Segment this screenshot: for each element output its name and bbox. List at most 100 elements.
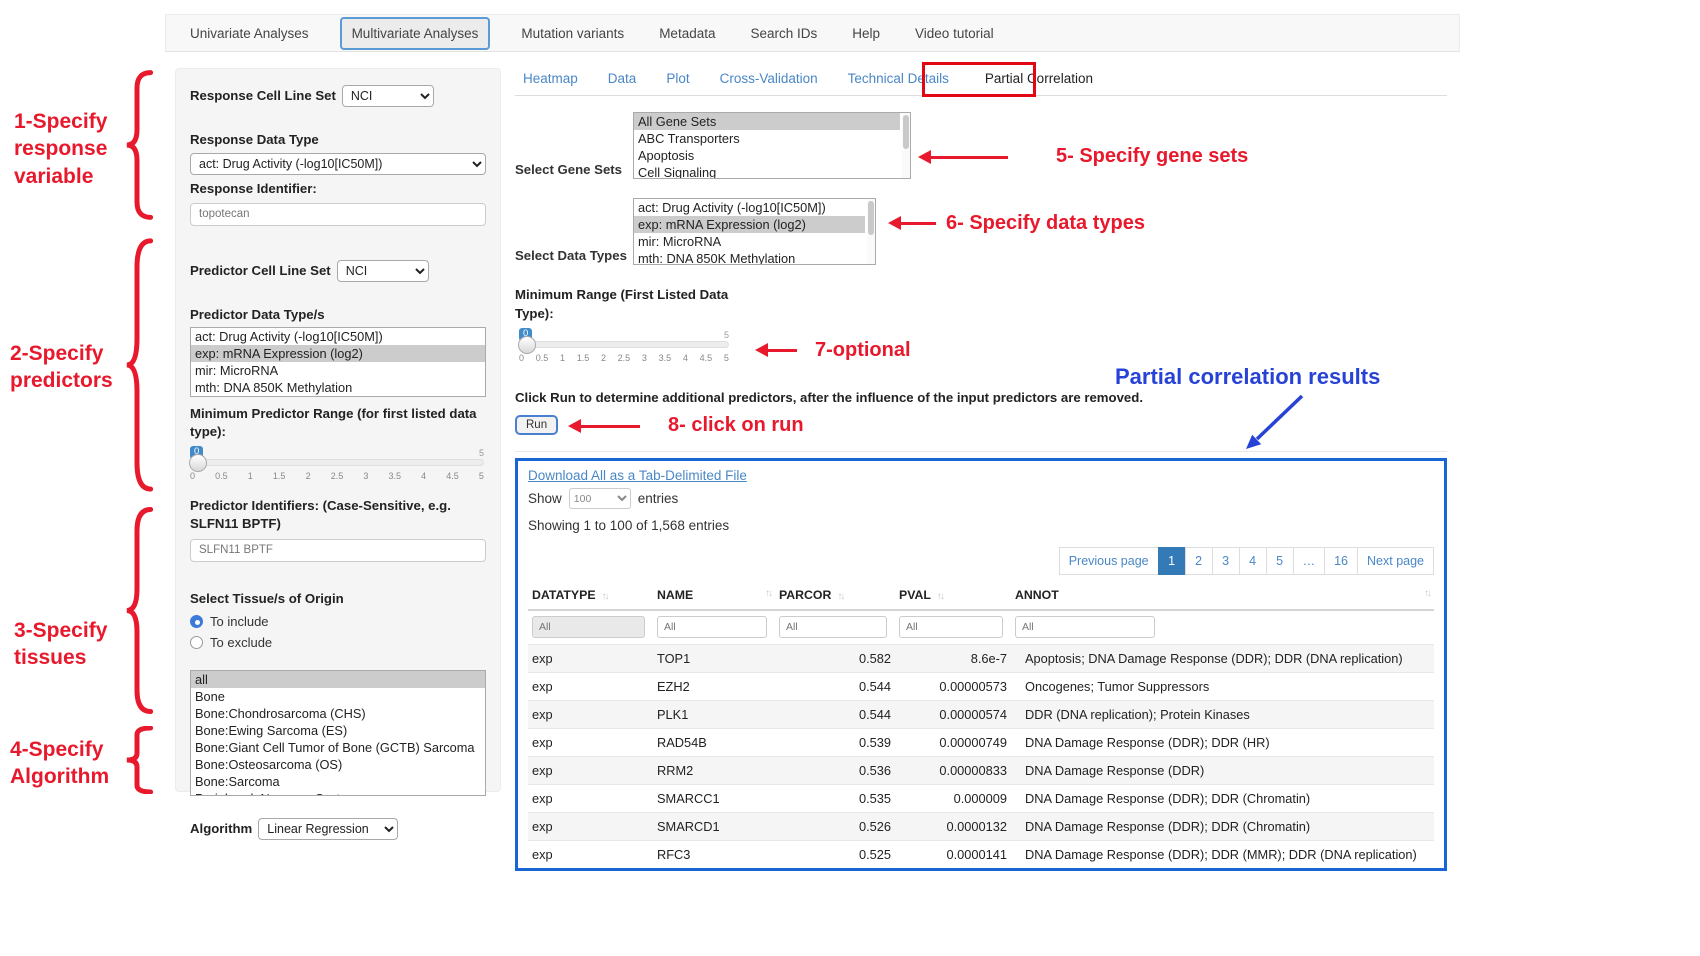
listbox-option[interactable]: exp: mRNA Expression (log2) — [634, 216, 865, 233]
cell-name: SMARCC1 — [653, 785, 775, 813]
table-row[interactable]: exp SMARCD1 0.526 0.0000132 DNA Damage R… — [528, 813, 1434, 841]
column-header-annot[interactable]: ANNOT↑↓ — [1011, 583, 1434, 610]
response-cell-line-set-select[interactable]: NCI — [342, 85, 434, 107]
listbox-option[interactable]: Bone:Ewing Sarcoma (ES) — [191, 722, 485, 739]
cell-annot: DDR (DNA replication); Protein Kinases — [1011, 701, 1434, 729]
filter-parcor-input[interactable] — [779, 616, 887, 638]
sort-icon[interactable]: ↑↓ — [602, 591, 608, 602]
column-header-pval[interactable]: PVAL↑↓ — [895, 583, 1011, 610]
page-size-select[interactable]: 100 — [569, 488, 631, 509]
slider-handle[interactable] — [518, 336, 536, 354]
cell-datatype: exp — [528, 869, 653, 872]
previous-page-button[interactable]: Previous page — [1059, 547, 1159, 575]
tissue-radio[interactable]: To include — [190, 614, 486, 629]
nav-tab[interactable]: Help — [848, 19, 884, 48]
cell-pval: 0.0000132 — [895, 813, 1011, 841]
sort-icon[interactable]: ↑↓ — [1424, 588, 1430, 599]
slider-tick-label: 1 — [560, 353, 565, 363]
slider-track[interactable] — [190, 459, 484, 466]
page-number-button[interactable]: … — [1293, 547, 1326, 575]
filter-datatype-input[interactable] — [532, 616, 645, 638]
nav-tab[interactable]: Metadata — [655, 19, 719, 48]
listbox-option[interactable]: mir: MicroRNA — [191, 362, 485, 379]
cell-name: PLK1 — [653, 701, 775, 729]
next-page-button[interactable]: Next page — [1357, 547, 1434, 575]
cell-datatype: exp — [528, 645, 653, 673]
slider-max-label: 5 — [479, 448, 484, 458]
analysis-settings-panel: Response Cell Line Set NCI Response Data… — [175, 68, 501, 792]
listbox-option[interactable]: Bone:Sarcoma — [191, 773, 485, 790]
listbox-option[interactable]: Peripheral_Nervous_System — [191, 790, 485, 796]
sort-icon[interactable]: ↑↓ — [837, 591, 843, 602]
page-number-button[interactable]: 4 — [1239, 547, 1267, 575]
page-number-button[interactable]: 5 — [1266, 547, 1294, 575]
listbox-option[interactable]: ABC Transporters — [634, 130, 900, 147]
predictor-cell-line-set-label: Predictor Cell Line Set — [190, 262, 331, 280]
nav-tab[interactable]: Multivariate Analyses — [340, 17, 491, 50]
sort-icon[interactable]: ↑↓ — [765, 588, 771, 599]
listbox-option[interactable]: Cell Signaling — [634, 164, 900, 179]
page-number-button[interactable]: 16 — [1324, 547, 1358, 575]
filter-pval-input[interactable] — [899, 616, 1003, 638]
show-label: Show — [528, 491, 562, 506]
listbox-option[interactable]: All Gene Sets — [634, 113, 900, 130]
page-number-button[interactable]: 2 — [1185, 547, 1213, 575]
predictor-identifiers-input[interactable] — [190, 539, 486, 562]
listbox-option[interactable]: Bone:Chondrosarcoma (CHS) — [191, 705, 485, 722]
listbox-option[interactable]: Bone — [191, 688, 485, 705]
table-row[interactable]: exp EZH2 0.544 0.00000573 Oncogenes; Tum… — [528, 673, 1434, 701]
column-header-name[interactable]: NAME↑↓ — [653, 583, 775, 610]
page-number-button[interactable]: 3 — [1212, 547, 1240, 575]
results-tab[interactable]: Cross-Validation — [720, 71, 818, 86]
listbox-option[interactable]: Apoptosis — [634, 147, 900, 164]
filter-annot-input[interactable] — [1015, 616, 1155, 638]
min-range-slider[interactable]: 0 5 00.511.522.533.544.55 — [519, 341, 729, 363]
algorithm-select[interactable]: Linear Regression — [258, 818, 398, 840]
slider-handle[interactable] — [189, 454, 207, 472]
nav-tab[interactable]: Search IDs — [746, 19, 821, 48]
listbox-option[interactable]: mth: DNA 850K Methylation — [634, 250, 865, 265]
table-row[interactable]: exp TOP1 0.582 8.6e-7 Apoptosis; DNA Dam… — [528, 645, 1434, 673]
column-header-parcor[interactable]: PARCOR↑↓ — [775, 583, 895, 610]
response-data-type-select[interactable]: act: Drug Activity (-log10[IC50M]) — [190, 153, 486, 175]
results-table: DATATYPE↑↓ NAME↑↓ PARCOR↑↓ PVAL↑↓ ANNOT↑… — [528, 583, 1434, 871]
table-row[interactable]: exp RRM2 0.536 0.00000833 DNA Damage Res… — [528, 757, 1434, 785]
predictor-cell-line-set-select[interactable]: NCI — [337, 260, 429, 282]
table-row[interactable]: exp CHAF1B 0.522 0.0000157 DDR (DNA repl… — [528, 869, 1434, 872]
results-tab[interactable]: Data — [608, 71, 637, 86]
results-tab[interactable]: Heatmap — [523, 71, 578, 86]
results-tab[interactable]: Plot — [666, 71, 689, 86]
listbox-option[interactable]: act: Drug Activity (-log10[IC50M]) — [634, 199, 865, 216]
listbox-option[interactable]: act: Drug Activity (-log10[IC50M]) — [191, 328, 485, 345]
table-row[interactable]: exp PLK1 0.544 0.00000574 DDR (DNA repli… — [528, 701, 1434, 729]
filter-name-input[interactable] — [657, 616, 767, 638]
results-tab[interactable]: Technical Details — [848, 71, 949, 86]
listbox-option[interactable]: all — [191, 671, 485, 688]
run-button[interactable]: Run — [515, 415, 558, 435]
slider-tick-label: 1.5 — [273, 471, 286, 481]
column-header-datatype[interactable]: DATATYPE↑↓ — [528, 583, 653, 610]
nav-tab[interactable]: Mutation variants — [517, 19, 628, 48]
download-all-link[interactable]: Download All as a Tab-Delimited File — [528, 468, 747, 483]
gene-sets-scrollbar[interactable] — [902, 113, 910, 178]
table-row[interactable]: exp RFC3 0.525 0.0000141 DNA Damage Resp… — [528, 841, 1434, 869]
listbox-option[interactable]: mir: MicroRNA — [634, 233, 865, 250]
slider-tick-label: 2 — [601, 353, 606, 363]
nav-tab[interactable]: Univariate Analyses — [186, 19, 313, 48]
table-filter-row — [528, 610, 1434, 645]
listbox-option[interactable]: Bone:Giant Cell Tumor of Bone (GCTB) Sar… — [191, 739, 485, 756]
listbox-option[interactable]: exp: mRNA Expression (log2) — [191, 345, 485, 362]
slider-track[interactable] — [519, 341, 729, 348]
page-number-button[interactable]: 1 — [1158, 547, 1186, 575]
nav-tab[interactable]: Video tutorial — [911, 19, 998, 48]
listbox-option[interactable]: mth: DNA 850K Methylation — [191, 379, 485, 396]
table-row[interactable]: exp SMARCC1 0.535 0.000009 DNA Damage Re… — [528, 785, 1434, 813]
results-tab[interactable]: Partial Correlation — [979, 71, 1099, 86]
min-predictor-range-slider[interactable]: 0 5 00.511.522.533.544.55 — [190, 459, 484, 481]
sort-icon[interactable]: ↑↓ — [937, 591, 943, 602]
table-row[interactable]: exp RAD54B 0.539 0.00000749 DNA Damage R… — [528, 729, 1434, 757]
tissue-radio[interactable]: To exclude — [190, 635, 486, 650]
data-types-scrollbar[interactable] — [867, 199, 875, 264]
response-identifier-input[interactable] — [190, 203, 486, 226]
listbox-option[interactable]: Bone:Osteosarcoma (OS) — [191, 756, 485, 773]
